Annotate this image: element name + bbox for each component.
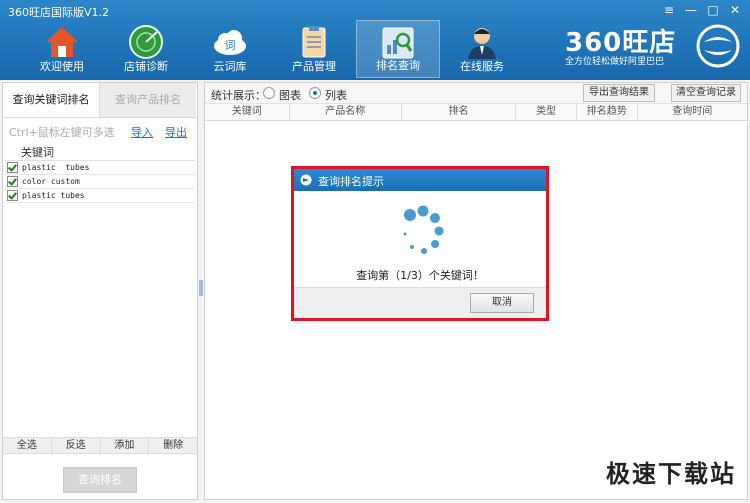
query-rank-button[interactable]: 查询排名 xyxy=(63,467,137,493)
clear-records-button[interactable]: 清空查询记录 xyxy=(671,84,741,102)
cancel-button[interactable]: 取消 xyxy=(470,293,534,313)
hint-row: Ctrl+鼠标左键可多选 导入 导出 xyxy=(3,118,197,142)
keyword-panel: 查询关键词排名 查询产品排名 Ctrl+鼠标左键可多选 导入 导出 关键词 pl… xyxy=(2,82,198,500)
tab-product-rank[interactable]: 查询产品排名 xyxy=(100,83,196,117)
close-button[interactable]: ✕ xyxy=(724,2,746,18)
app-title: 360旺店国际版V1.2 xyxy=(8,6,110,19)
loading-spinner-icon xyxy=(403,205,444,254)
keyword-text: plastic tubes xyxy=(22,191,85,200)
brand-logo-icon xyxy=(696,24,740,68)
cloud-icon: 词 xyxy=(214,30,246,55)
chart-radio-label: 图表 xyxy=(279,89,301,102)
delete-keyword-button[interactable]: 删除 xyxy=(149,438,197,453)
brand-slogan: 全方位轻松做好阿里巴巴 xyxy=(565,57,665,67)
column-header[interactable]: 排名 xyxy=(402,104,517,120)
keyword-row[interactable]: color custom xyxy=(5,175,195,189)
keyword-text: plastic tubes xyxy=(22,163,90,172)
tool-label: 产品管理 xyxy=(292,60,336,73)
support-agent-icon xyxy=(468,28,496,59)
magnifier-chart-icon xyxy=(382,27,414,59)
keyword-row[interactable]: plastic tubes xyxy=(5,161,195,175)
export-results-button[interactable]: 导出查询结果 xyxy=(583,84,655,102)
column-header[interactable]: 产品名称 xyxy=(290,104,402,120)
column-header[interactable]: 类型 xyxy=(516,104,577,120)
stats-label: 统计展示： xyxy=(211,89,266,102)
svg-text:词: 词 xyxy=(225,39,236,52)
query-progress-dialog: 查询排名提示 查询第（1/3）个关键词！ 取消 xyxy=(291,166,549,321)
list-radio-label: 列表 xyxy=(325,89,347,102)
dialog-title-bar: 查询排名提示 xyxy=(294,169,546,191)
menu-button[interactable]: ≡ xyxy=(658,2,680,18)
toolbar-area: 360旺店国际版V1.2 ≡ — □ ✕ 欢迎使用 店铺诊断 词 云词库 产品管… xyxy=(0,0,750,80)
select-all-button[interactable]: 全选 xyxy=(3,438,52,453)
clipboard-icon xyxy=(302,26,326,58)
dialog-title: 查询排名提示 xyxy=(318,175,384,188)
panel-tabs: 查询关键词排名 查询产品排名 xyxy=(3,83,197,118)
column-header[interactable]: 排名趋势 xyxy=(577,104,638,120)
minimize-button[interactable]: — xyxy=(680,2,702,18)
invert-selection-button[interactable]: 反选 xyxy=(52,438,101,453)
stats-row: 统计展示： 图表 列表 导出查询结果 清空查询记录 xyxy=(205,83,747,104)
keyword-checkbox[interactable] xyxy=(7,190,18,201)
watermark: 极速下载站 xyxy=(606,460,736,488)
export-link[interactable]: 导出 xyxy=(165,124,187,140)
app-window: 360旺店国际版V1.2 ≡ — □ ✕ 欢迎使用 店铺诊断 词 云词库 产品管… xyxy=(0,0,750,503)
multi-select-hint: Ctrl+鼠标左键可多选 xyxy=(9,126,115,139)
import-link[interactable]: 导入 xyxy=(131,124,153,140)
keyword-checkbox[interactable] xyxy=(7,162,18,173)
brand: 360旺店 全方位轻松做好阿里巴巴 xyxy=(565,22,740,70)
window-controls: ≡ — □ ✕ xyxy=(658,2,746,18)
tool-label: 云词库 xyxy=(213,60,247,73)
tool-product-manage[interactable]: 产品管理 xyxy=(272,20,356,78)
results-table-header: 关键词 产品名称 排名 类型 排名趋势 查询时间 xyxy=(205,104,747,121)
tool-welcome[interactable]: 欢迎使用 xyxy=(20,20,104,78)
keyword-actions: 全选 反选 添加 删除 xyxy=(3,437,197,454)
tool-cloud-lexicon[interactable]: 词 云词库 xyxy=(188,20,272,78)
radar-icon xyxy=(129,25,163,59)
panel-splitter[interactable] xyxy=(199,280,203,296)
keyword-row[interactable]: plastic tubes xyxy=(5,189,195,203)
keyword-text: color custom xyxy=(22,177,80,186)
main-toolbar: 欢迎使用 店铺诊断 词 云词库 产品管理 排名查询 在线服务 xyxy=(20,20,524,80)
home-icon xyxy=(46,27,78,57)
keyword-checkbox[interactable] xyxy=(7,176,18,187)
tab-keyword-rank[interactable]: 查询关键词排名 xyxy=(3,83,100,117)
add-keyword-button[interactable]: 添加 xyxy=(101,438,150,453)
keyword-column-header: 关键词 xyxy=(5,146,195,161)
dialog-footer: 取消 xyxy=(294,287,546,318)
tool-label: 排名查询 xyxy=(376,59,420,72)
tool-label: 欢迎使用 xyxy=(40,60,84,73)
column-header[interactable]: 关键词 xyxy=(205,104,290,120)
tool-rank-query[interactable]: 排名查询 xyxy=(356,20,440,78)
chart-radio[interactable] xyxy=(263,87,275,99)
tool-online-service[interactable]: 在线服务 xyxy=(440,20,524,78)
list-radio[interactable] xyxy=(309,87,321,99)
app-logo-icon xyxy=(300,174,312,186)
tool-label: 店铺诊断 xyxy=(124,60,168,73)
dialog-message: 查询第（1/3）个关键词！ xyxy=(356,269,484,282)
tool-shop-diagnosis[interactable]: 店铺诊断 xyxy=(104,20,188,78)
maximize-button[interactable]: □ xyxy=(702,2,724,18)
tool-label: 在线服务 xyxy=(460,60,504,73)
column-header[interactable]: 查询时间 xyxy=(638,104,747,120)
